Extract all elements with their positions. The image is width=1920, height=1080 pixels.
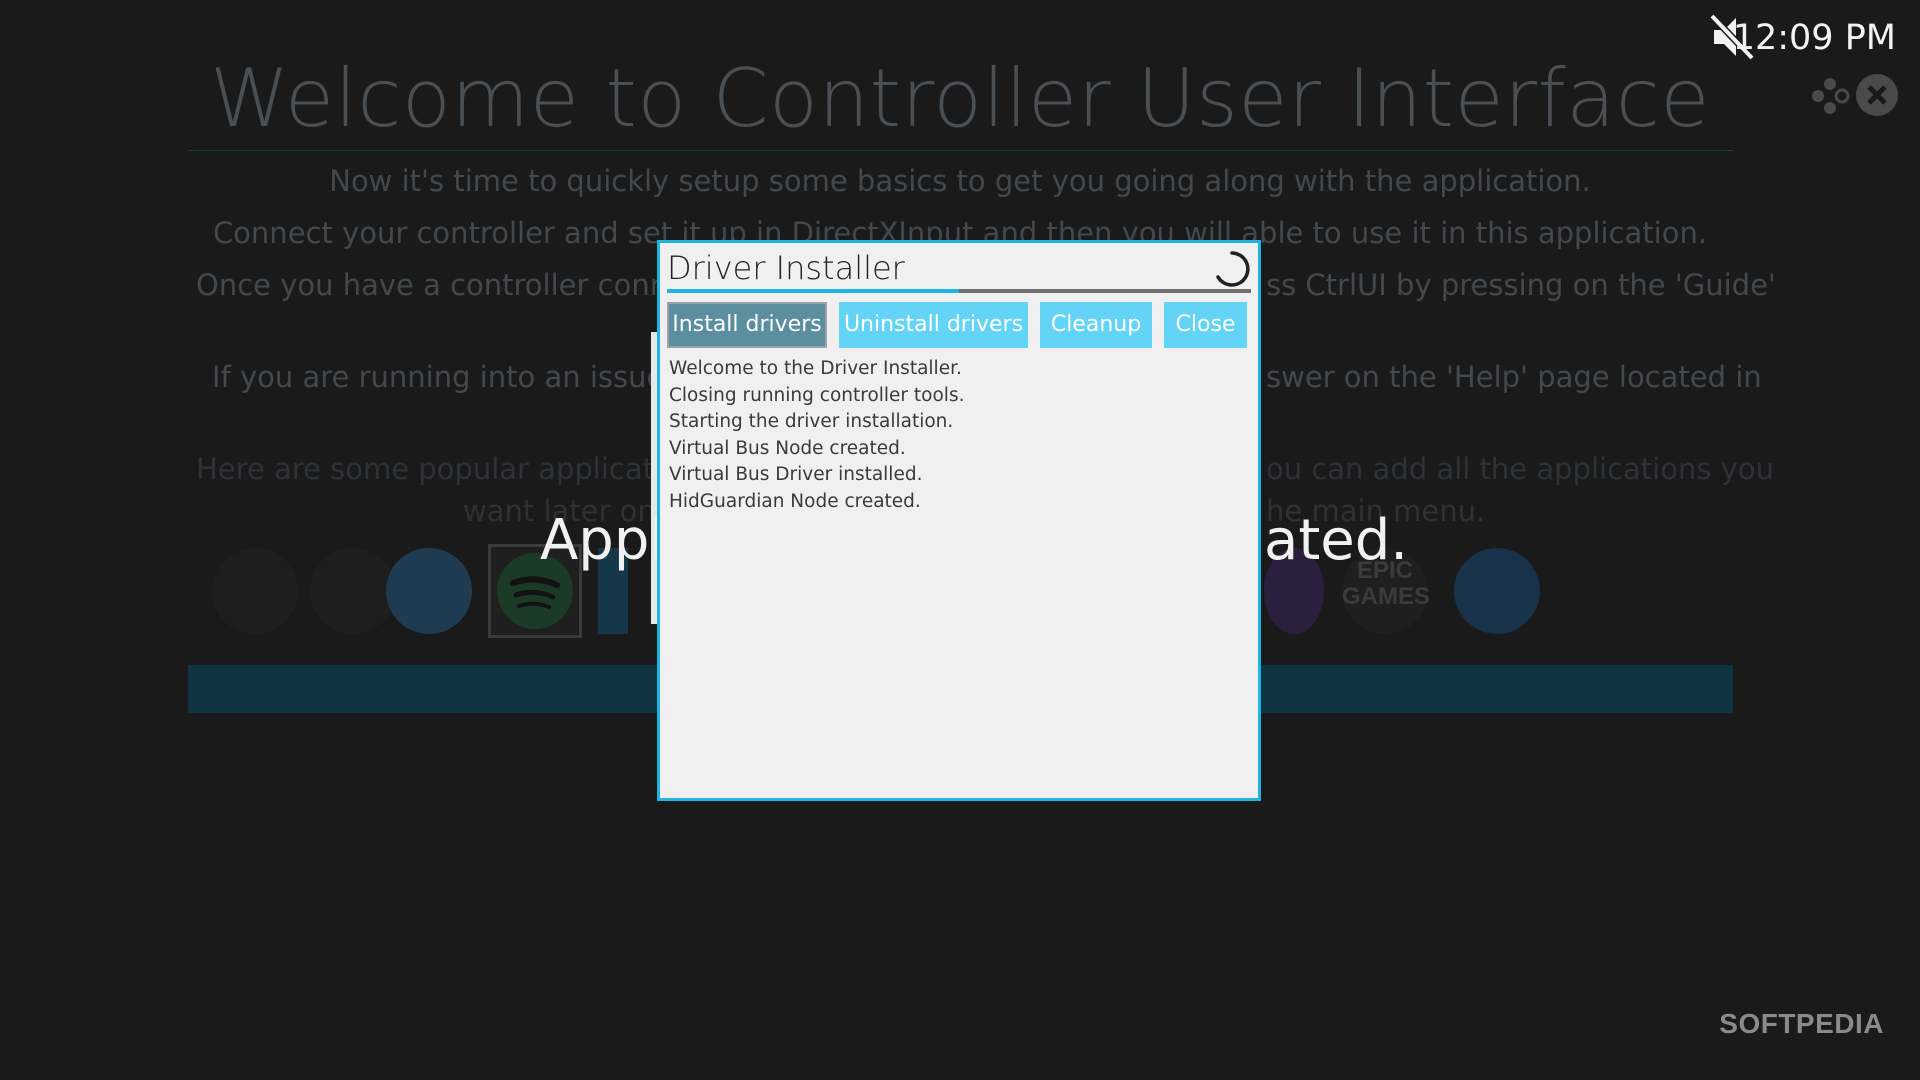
log-line: Virtual Bus Node created.	[669, 437, 906, 459]
close-button[interactable]: Close	[1164, 302, 1247, 348]
welcome-text-line-5b: ou can add all the applications you	[1266, 452, 1774, 486]
app-icon-2[interactable]	[310, 548, 396, 634]
softpedia-watermark: SOFTPEDIA	[1719, 1008, 1884, 1039]
overlay-text-left: Appl	[540, 508, 665, 573]
driver-installer-dialog: Driver Installer Install drivers Uninsta…	[657, 240, 1261, 801]
installer-log: Welcome to the Driver Installer. Closing…	[669, 356, 964, 515]
welcome-text-line-4a: If you are running into an issue o	[212, 360, 692, 394]
log-line: Welcome to the Driver Installer.	[669, 358, 962, 379]
dialog-button-row: Install drivers Uninstall drivers Cleanu…	[667, 302, 1257, 350]
overlay-text-right: ated.	[1264, 508, 1409, 573]
cleanup-button[interactable]: Cleanup	[1040, 302, 1152, 348]
progress-bar	[667, 289, 1251, 293]
install-drivers-button[interactable]: Install drivers	[667, 302, 827, 348]
close-x-glyph	[1867, 85, 1887, 105]
uninstall-drivers-button[interactable]: Uninstall drivers	[839, 302, 1028, 348]
log-line: Starting the driver installation.	[669, 411, 954, 432]
welcome-text-line-3b: ss CtrlUI by pressing on the 'Guide'	[1266, 268, 1776, 302]
welcome-text-line-5a: Here are some popular applicatio	[196, 452, 680, 486]
title-divider	[188, 150, 1733, 151]
log-line: HidGuardian Node created.	[669, 490, 921, 512]
dialog-title: Driver Installer	[667, 249, 905, 287]
gamepad-icon[interactable]	[1808, 74, 1852, 118]
log-line: Closing running controller tools.	[669, 384, 965, 406]
welcome-text-line-1: Now it's time to quickly setup some basi…	[329, 164, 1591, 198]
welcome-text-line-4b: swer on the 'Help' page located in	[1266, 360, 1762, 394]
clock: 12:09 PM	[1732, 18, 1896, 58]
welcome-title: Welcome to Controller User Interface	[210, 52, 1710, 145]
log-line: Virtual Bus Driver installed.	[669, 464, 923, 485]
app-icon-1[interactable]	[212, 548, 298, 634]
edge-icon[interactable]	[386, 548, 472, 634]
progress-bar-fill	[667, 289, 959, 293]
close-icon[interactable]	[1856, 74, 1898, 116]
loading-spinner-icon	[1216, 251, 1250, 287]
welcome-text-line-3a: Once you have a controller connec	[196, 268, 702, 302]
battlenet-icon[interactable]	[1454, 548, 1540, 634]
